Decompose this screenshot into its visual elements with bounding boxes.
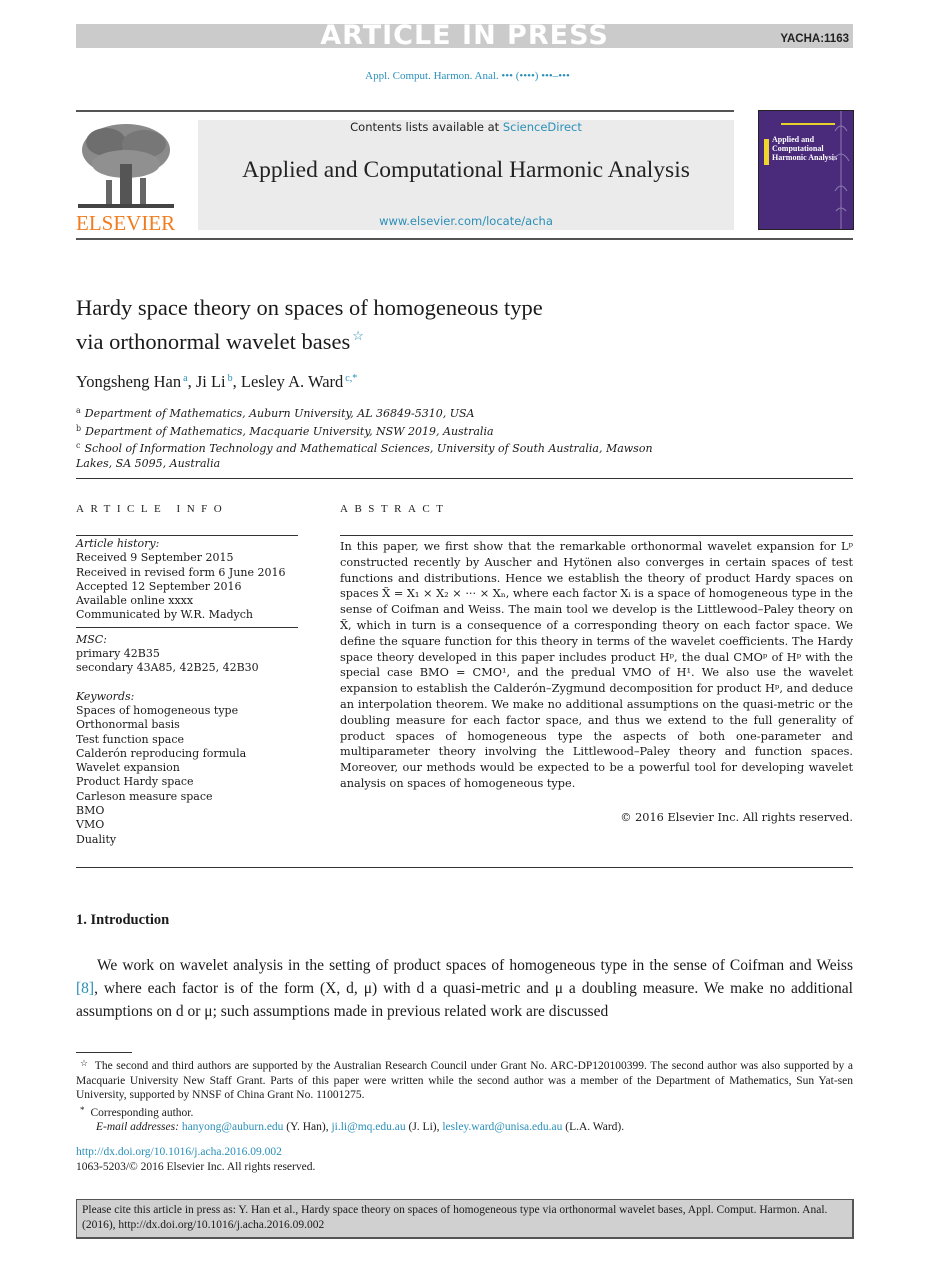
asterisk-icon: * bbox=[80, 1104, 85, 1115]
keyword: Carleson measure space bbox=[76, 789, 213, 803]
cover-accent-line bbox=[781, 123, 835, 125]
issn-line: 1063-5203/© 2016 Elsevier Inc. All right… bbox=[76, 1161, 316, 1173]
footnote-star-icon: ☆ bbox=[80, 1058, 89, 1068]
affiliation-link[interactable]: b bbox=[228, 373, 233, 384]
affiliation: a Department of Mathematics, Auburn Unive… bbox=[76, 406, 475, 420]
history-item: Accepted 12 September 2016 bbox=[76, 579, 242, 593]
author-list: Yongsheng Han a, Ji Li b, Lesley A. Ward c,… bbox=[76, 372, 358, 391]
history-item: Received in revised form 6 June 2016 bbox=[76, 565, 286, 579]
contents-prefix: Contents lists available at bbox=[350, 120, 503, 134]
abstract-rule bbox=[340, 535, 853, 536]
footnotes: ☆ The second and third authors are suppor… bbox=[76, 1056, 853, 1135]
msc-label: MSC: bbox=[76, 632, 107, 646]
keyword: Spaces of homogeneous type bbox=[76, 703, 239, 717]
keyword: Duality bbox=[76, 832, 117, 846]
abstract-copyright: © 2016 Elsevier Inc. All rights reserved… bbox=[620, 811, 853, 824]
masthead-bottom-rule bbox=[76, 238, 853, 240]
elsevier-wordmark[interactable]: ELSEVIER bbox=[76, 211, 175, 236]
header-separator bbox=[76, 478, 853, 479]
journal-reference-link[interactable]: Appl. Comput. Harmon. Anal. ••• (••••) •… bbox=[0, 70, 935, 82]
affiliation-link[interactable]: c,* bbox=[345, 373, 357, 384]
journal-cover-image[interactable]: Applied and Computational Harmonic Analy… bbox=[758, 110, 854, 230]
cover-accent-strip bbox=[764, 139, 769, 165]
history-item: Communicated by W.R. Madych bbox=[76, 608, 254, 622]
doi-link[interactable]: http://dx.doi.org/10.1016/j.acha.2016.09… bbox=[76, 1146, 282, 1158]
abstract-heading: ABSTRACT bbox=[340, 503, 450, 515]
author-name: Lesley A. Ward bbox=[240, 372, 344, 391]
keyword: Orthonormal basis bbox=[76, 718, 180, 732]
paper-title-line-1: Hardy space theory on spaces of homogene… bbox=[76, 295, 543, 320]
keyword: BMO bbox=[76, 804, 105, 818]
affiliation-link[interactable]: a bbox=[183, 373, 187, 384]
sciencedirect-link[interactable]: ScienceDirect bbox=[503, 120, 582, 134]
article-code: YACHA:1163 bbox=[780, 33, 849, 45]
history-item: Available online xxxx bbox=[76, 594, 194, 608]
affiliation: c School of Information Technology and Ma… bbox=[76, 441, 653, 470]
email-link[interactable]: hanyong@auburn.edu bbox=[182, 1121, 284, 1133]
info-rule bbox=[76, 535, 298, 536]
keyword: VMO bbox=[76, 818, 105, 832]
info-separator bbox=[76, 626, 298, 628]
citation-text: Please cite this article in press as: Y.… bbox=[82, 1204, 828, 1231]
msc-item: primary 42B35 bbox=[76, 647, 160, 661]
keyword: Product Hardy space bbox=[76, 775, 194, 789]
contents-line: Contents lists available at ScienceDirec… bbox=[198, 120, 734, 134]
abstract-body: In this paper, we first show that the re… bbox=[340, 540, 853, 790]
article-status: ARTICLE IN PRESS bbox=[320, 20, 609, 51]
citation-box: Please cite this article in press as: Y.… bbox=[76, 1199, 854, 1239]
article-info-panel: Article history: Received 9 September 20… bbox=[76, 537, 298, 847]
affiliation: b Department of Mathematics, Macquarie Un… bbox=[76, 423, 494, 438]
cover-wavelet-icon bbox=[832, 111, 850, 229]
masthead-top-rule bbox=[76, 110, 734, 112]
keyword: Wavelet expansion bbox=[76, 761, 180, 775]
introduction-paragraph: We work on wavelet analysis in the setti… bbox=[76, 957, 853, 1020]
corresponding-footnote: * Corresponding author. bbox=[80, 1104, 194, 1119]
affiliations: a Department of Mathematics, Auburn Unive… bbox=[76, 404, 866, 471]
history-item: Received 9 September 2015 bbox=[76, 551, 234, 565]
email-link[interactable]: lesley.ward@unisa.edu.au bbox=[442, 1121, 562, 1133]
paper-title-line-2: via orthonormal wavelet bases bbox=[76, 329, 351, 354]
footnote-rule bbox=[76, 1052, 132, 1053]
keywords-label: Keywords: bbox=[76, 689, 135, 703]
paper-title: Hardy space theory on spaces of homogene… bbox=[76, 294, 776, 356]
keyword: Calderón reproducing formula bbox=[76, 746, 247, 760]
journal-masthead: Contents lists available at ScienceDirec… bbox=[198, 120, 734, 230]
reference-link[interactable]: [8] bbox=[76, 980, 94, 997]
msc-item: secondary 43A85, 42B25, 42B30 bbox=[76, 661, 259, 675]
author-name: Ji Li bbox=[195, 372, 226, 391]
email-link[interactable]: ji.li@mq.edu.au bbox=[331, 1121, 405, 1133]
history-label: Article history: bbox=[76, 537, 160, 550]
author-name: Yongsheng Han bbox=[76, 372, 182, 391]
title-footnote-star-icon[interactable]: ☆ bbox=[352, 328, 364, 343]
article-in-press-banner: ARTICLE IN PRESS YACHA:1163 bbox=[76, 20, 853, 51]
journal-url-link[interactable]: www.elsevier.com/locate/acha bbox=[198, 214, 734, 228]
section-heading: 1. Introduction bbox=[76, 912, 170, 928]
abstract-bottom-rule bbox=[76, 867, 853, 868]
email-label: E-mail addresses: bbox=[96, 1121, 179, 1133]
funding-footnote: ☆ The second and third authors are suppor… bbox=[76, 1058, 853, 1101]
journal-name: Applied and Computational Harmonic Analy… bbox=[242, 157, 690, 183]
keyword: Test function space bbox=[76, 732, 185, 746]
article-info-heading: ARTICLE INFO bbox=[76, 503, 229, 515]
email-footnote: E-mail addresses: hanyong@auburn.edu (Y.… bbox=[96, 1121, 625, 1133]
